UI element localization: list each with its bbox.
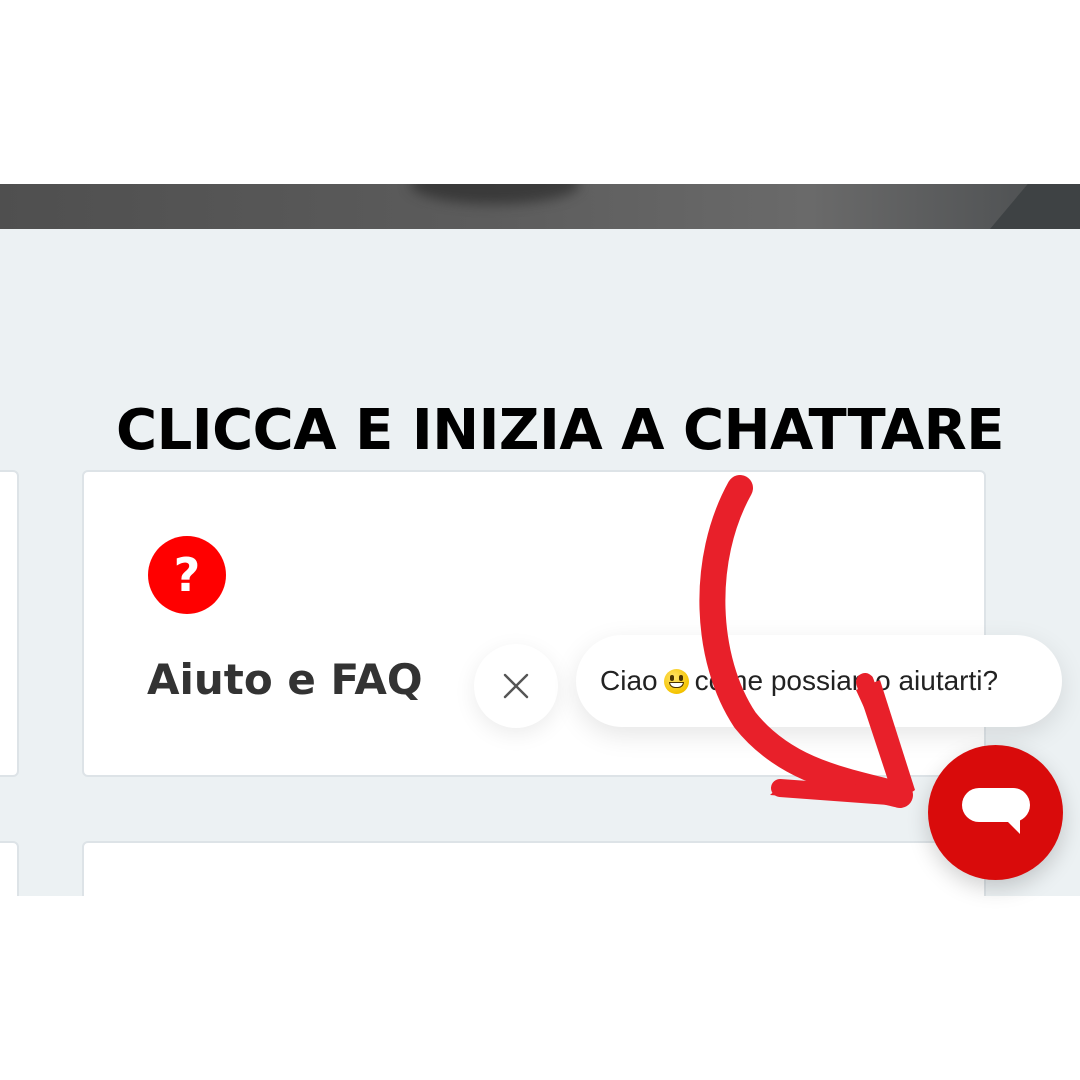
chat-launcher-button[interactable] — [928, 745, 1063, 880]
next-card[interactable] — [82, 841, 986, 896]
faq-card[interactable] — [82, 470, 986, 777]
greeting-text-end: come possiamo aiutarti? — [694, 665, 999, 696]
chat-bubble-icon — [961, 787, 1030, 834]
bottom-margin — [0, 896, 1080, 1080]
faq-card-title: Aiuto e FAQ — [147, 655, 423, 704]
greeting-text-start: Ciao — [600, 665, 658, 696]
grinning-face-emoji-icon — [663, 668, 689, 694]
chat-greeting-bubble[interactable]: Ciao come possiamo aiutarti? — [576, 635, 1062, 727]
headline-overlay: CLICCA E INIZIA A CHATTARE — [115, 398, 1005, 463]
top-margin — [0, 0, 1080, 184]
previous-card-row-2[interactable] — [0, 841, 19, 896]
close-icon — [503, 673, 529, 699]
question-mark-icon: ? — [148, 536, 226, 614]
hero-image-strip — [0, 184, 1080, 229]
close-greeting-button[interactable] — [474, 644, 558, 728]
previous-card[interactable] — [0, 470, 19, 777]
